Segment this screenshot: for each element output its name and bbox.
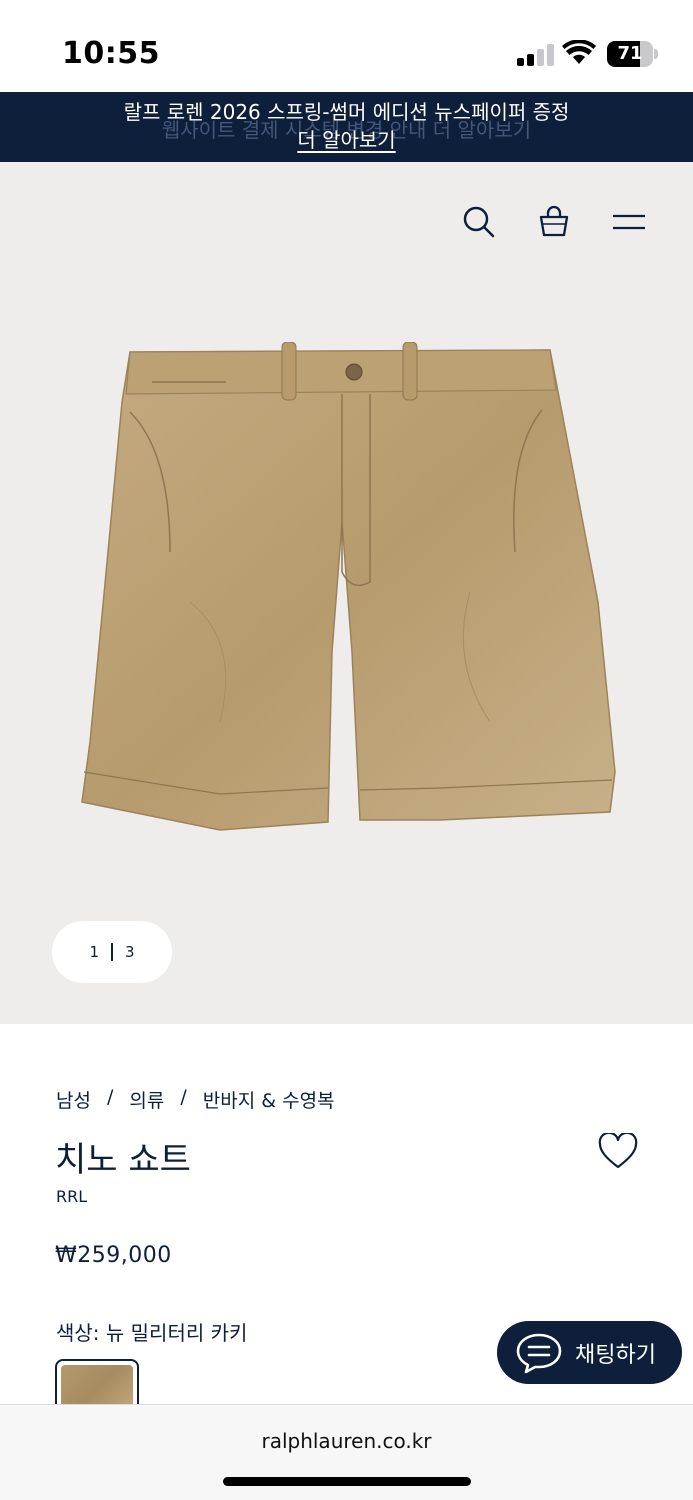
promo-banner: 웹사이트 결제 시스템 변경 안내 더 알아보기 랄프 로렌 2026 스프링-… <box>0 92 693 162</box>
chat-button-label: 채팅하기 <box>575 1342 656 1368</box>
battery-icon: 71 <box>607 41 658 67</box>
breadcrumb-shorts-swim[interactable]: 반바지 & 수영복 <box>203 1086 335 1113</box>
color-label: 색상: 뉴 밀리터리 카키 <box>56 1321 248 1345</box>
product-gallery[interactable]: 1 3 <box>0 162 693 1024</box>
pager-divider <box>111 943 113 961</box>
chat-button[interactable]: 채팅하기 <box>497 1321 682 1384</box>
status-bar: 10:55 71 <box>0 0 693 92</box>
heart-icon[interactable] <box>598 1133 638 1171</box>
cellular-signal-icon <box>517 44 555 66</box>
product-image-chino-shorts[interactable] <box>70 342 630 832</box>
url-text[interactable]: ralphlauren.co.kr <box>0 1429 693 1453</box>
gallery-pager: 1 3 <box>52 921 172 983</box>
breadcrumb: 남성 / 의류 / 반바지 & 수영복 <box>56 1086 335 1113</box>
breadcrumb-separator: / <box>180 1086 187 1108</box>
shopping-bag-icon[interactable] <box>534 202 574 242</box>
promo-text: 랄프 로렌 2026 스프링-썸머 에디션 뉴스페이퍼 증정 <box>123 100 570 124</box>
chat-bubble-icon <box>516 1333 562 1373</box>
product-price: ₩259,000 <box>55 1243 172 1268</box>
breadcrumb-men[interactable]: 남성 <box>56 1086 91 1113</box>
search-icon[interactable] <box>459 202 499 242</box>
pager-current: 1 <box>89 943 99 961</box>
promo-link-wrapper: 더 알아보기 <box>0 124 693 153</box>
breadcrumb-clothing[interactable]: 의류 <box>129 1086 164 1113</box>
battery-percentage: 71 <box>617 43 643 64</box>
menu-icon[interactable] <box>609 202 649 242</box>
product-title: 치노 쇼트 <box>55 1140 191 1180</box>
pager-total: 3 <box>125 943 135 961</box>
browser-address-bar: ralphlauren.co.kr <box>0 1404 693 1500</box>
breadcrumb-separator: / <box>106 1086 114 1108</box>
wifi-icon <box>562 40 596 64</box>
product-brand: RRL <box>56 1187 88 1206</box>
home-indicator[interactable] <box>223 1477 471 1486</box>
status-time: 10:55 <box>62 36 160 71</box>
promo-learn-more-link[interactable]: 더 알아보기 <box>297 128 395 152</box>
